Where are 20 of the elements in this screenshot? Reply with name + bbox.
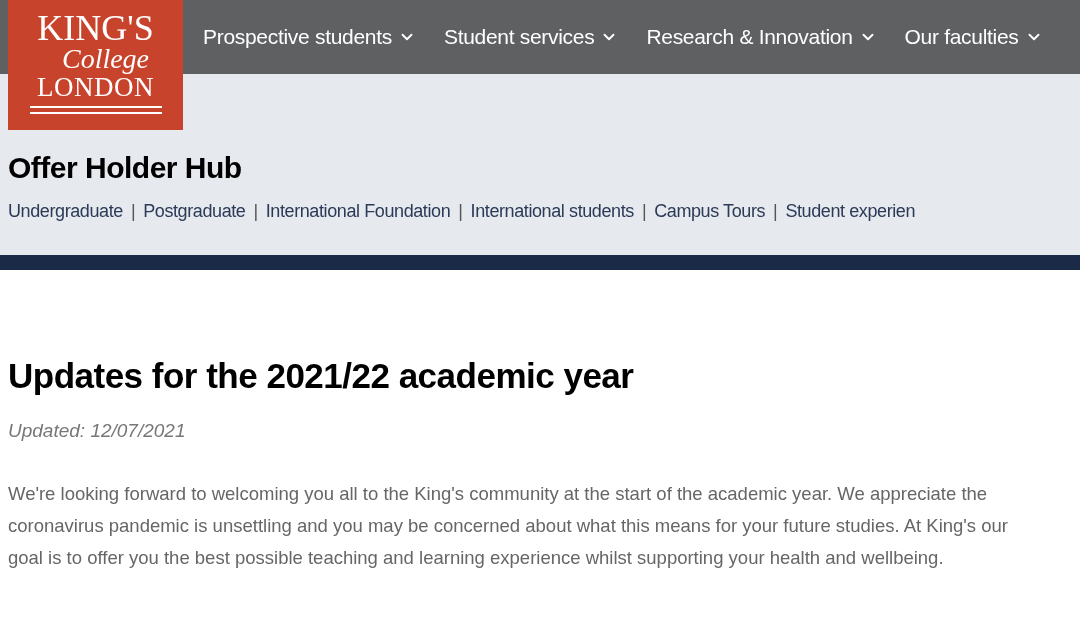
separator: | [130, 200, 136, 223]
nav-menu-link[interactable]: Student services [443, 21, 619, 53]
updated-date: Updated: 12/07/2021 [8, 419, 187, 443]
sub-nav-link[interactable]: International students [470, 198, 634, 225]
sub-nav-link[interactable]: International Foundation [265, 198, 451, 225]
article-paragraph: We're looking forward to welcoming you all to the King's community at the start of the academic year. We appreciate the coronavirus pandemic is unsettling and you may be concerned about what this means for your future studies. At King's our goal is to offer you the best possible teaching and learning experience whilst supporting your health and wellbeing. [8, 481, 1009, 570]
nav-menu-link[interactable]: Our faculties [904, 21, 1043, 53]
sub-nav-link[interactable]: Student experien [785, 198, 916, 225]
separator: | [458, 200, 463, 223]
sub-nav-link[interactable]: Postgraduate [143, 198, 246, 225]
nav-menu-link[interactable]: Prospective students [203, 21, 416, 53]
nav-menu-link[interactable]: Research & Innovation [646, 21, 877, 53]
logo[interactable]: KING'S College LONDON [8, 0, 183, 130]
separator: | [773, 200, 778, 223]
hub-title: Offer Holder Hub [8, 150, 243, 186]
separator: | [253, 200, 258, 223]
article-title: Updates for the 2021/22 academic year [8, 355, 635, 397]
sub-nav-link[interactable]: Campus Tours [654, 198, 766, 225]
sub-nav-link[interactable]: Undergraduate [8, 198, 123, 225]
separator: | [641, 200, 647, 223]
